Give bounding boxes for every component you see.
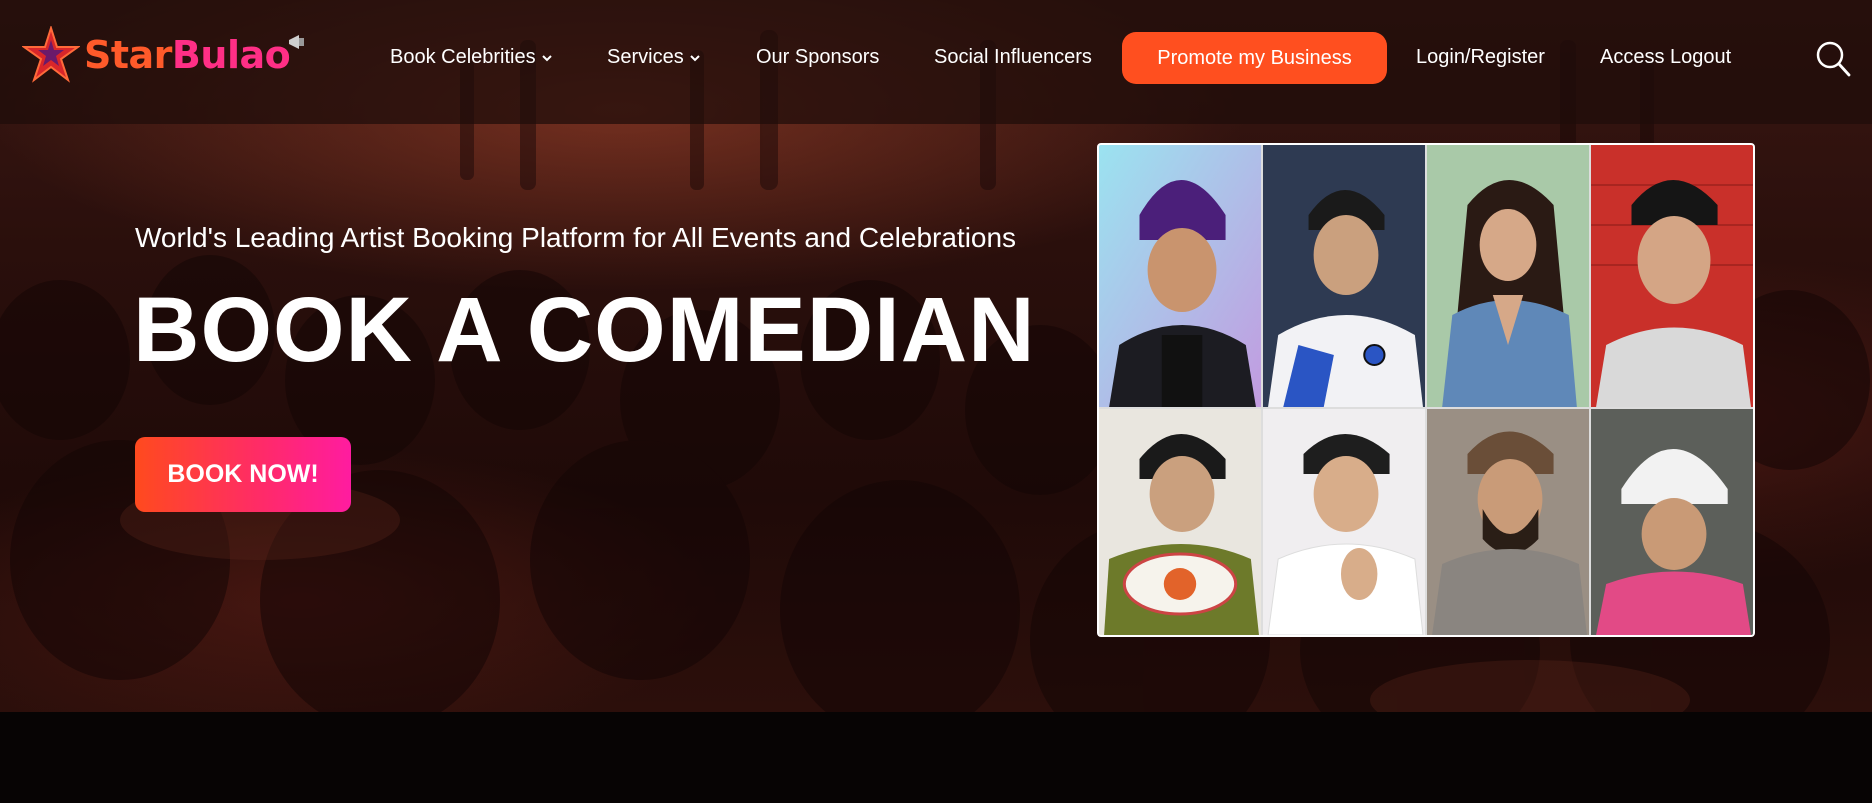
celebrity-photo-5[interactable]	[1099, 409, 1261, 635]
celebrity-photo-8[interactable]	[1591, 409, 1753, 635]
nav-label: Services	[607, 46, 684, 68]
hero-headline: BOOK A COMEDIAN	[133, 279, 1036, 381]
brand-logo[interactable]: StarBulao	[22, 26, 308, 84]
chevron-down-icon	[541, 54, 552, 61]
star-logo-icon	[22, 26, 80, 83]
celebrity-photo-6[interactable]	[1263, 409, 1425, 635]
promote-business-button[interactable]: Promote my Business	[1122, 32, 1387, 84]
nav-our-sponsors[interactable]: Our Sponsors	[756, 46, 879, 69]
bottom-band	[0, 712, 1872, 803]
celebrity-gallery	[1097, 143, 1755, 637]
logout-label: Access Logout	[1600, 46, 1732, 68]
access-logout-link[interactable]: Access Logout	[1600, 46, 1731, 69]
site-header: StarBulao Book Celebrities Services Our …	[0, 0, 1872, 124]
brand-name: StarBulao	[84, 33, 291, 77]
book-now-button[interactable]: BOOK NOW!	[135, 437, 351, 512]
megaphone-icon	[289, 35, 305, 49]
nav-book-celebrities[interactable]: Book Celebrities	[390, 46, 553, 69]
login-register-link[interactable]: Login/Register	[1416, 46, 1545, 69]
hero-tagline: World's Leading Artist Booking Platform …	[135, 222, 1017, 253]
celebrity-photo-7[interactable]	[1427, 409, 1589, 635]
celebrity-photo-1[interactable]	[1099, 145, 1261, 407]
nav-social-influencers[interactable]: Social Influencers	[934, 46, 1092, 69]
nav-label: Our Sponsors	[756, 46, 880, 68]
nav-label: Social Influencers	[934, 46, 1092, 68]
nav-services[interactable]: Services	[607, 46, 701, 69]
search-icon[interactable]	[1815, 40, 1851, 78]
celebrity-photo-3[interactable]	[1427, 145, 1589, 407]
nav-label: Book Celebrities	[390, 46, 536, 68]
celebrity-photo-2[interactable]	[1263, 145, 1425, 407]
chevron-down-icon	[689, 54, 700, 61]
celebrity-photo-4[interactable]	[1591, 145, 1753, 407]
login-label: Login/Register	[1416, 46, 1545, 68]
